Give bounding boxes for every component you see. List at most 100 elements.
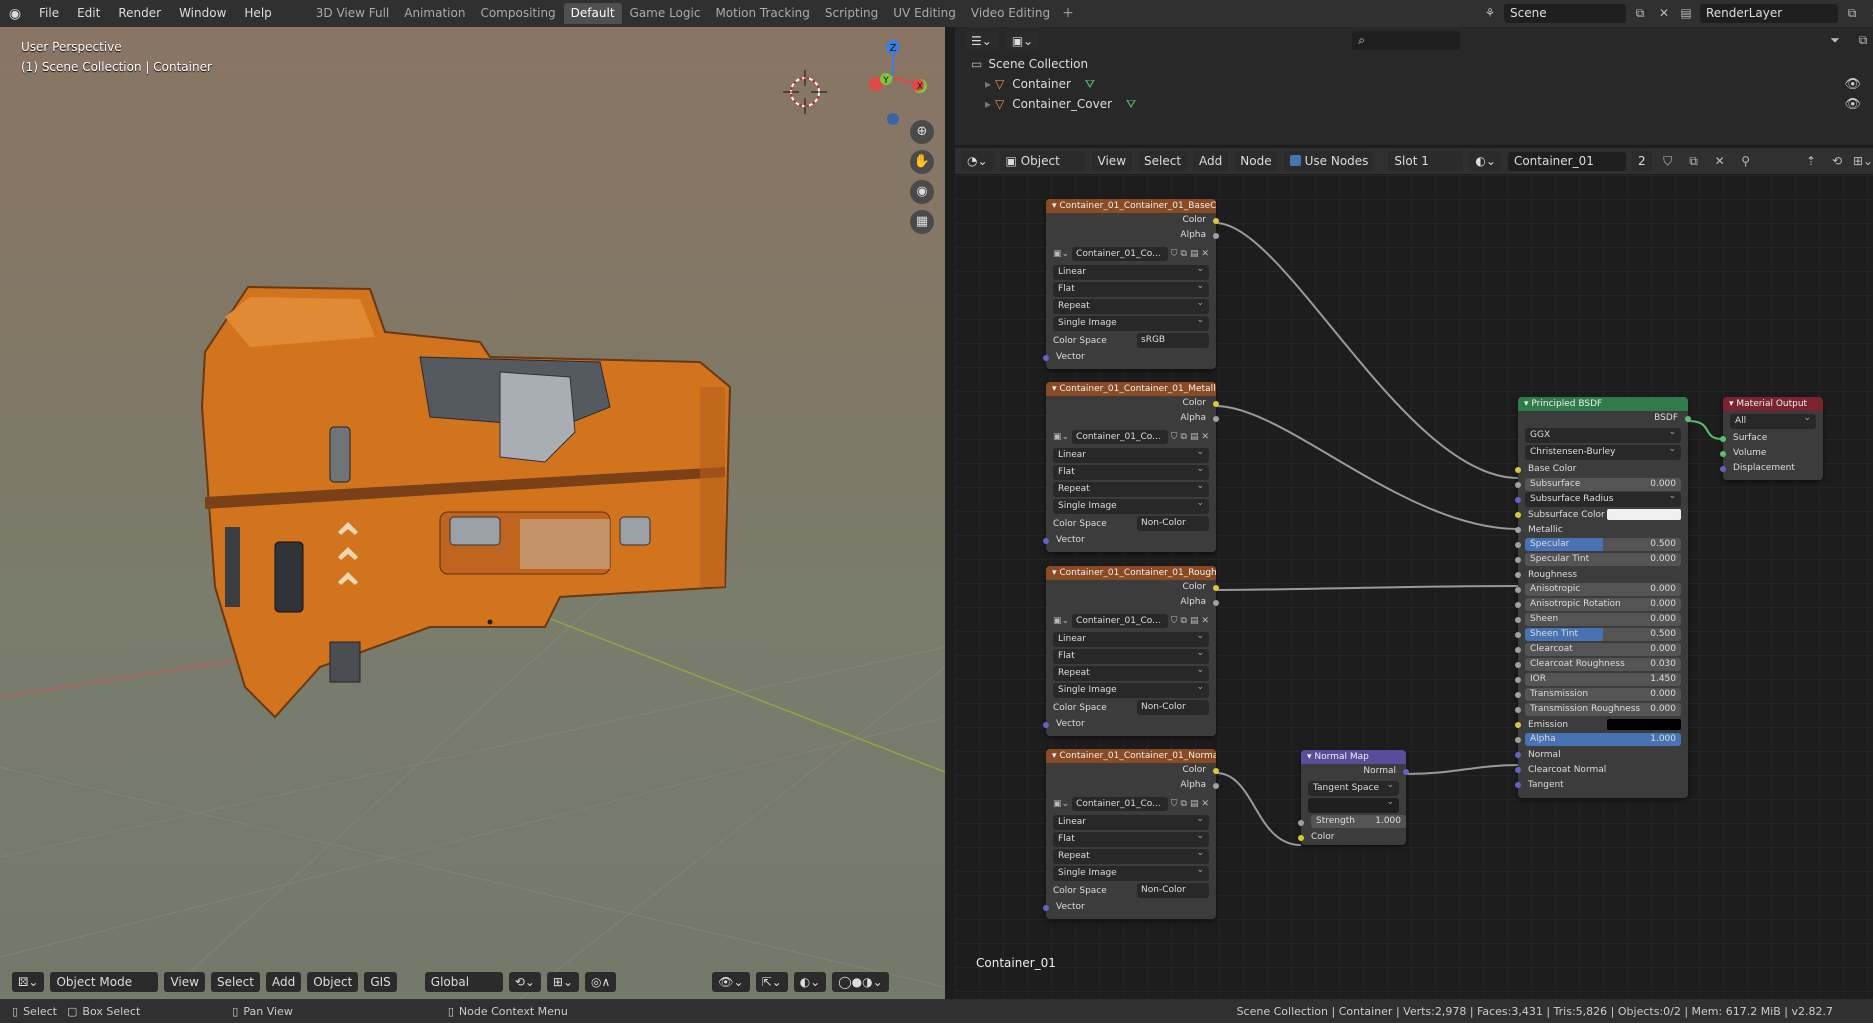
slot-dropdown[interactable]: Slot 1 xyxy=(1388,151,1464,171)
shader-type-dropdown[interactable]: ▣ Object xyxy=(999,151,1086,171)
tab-3d-view-full[interactable]: 3D View Full xyxy=(309,3,397,24)
distribution-dropdown[interactable]: GGX xyxy=(1525,425,1681,443)
unlink-material-icon[interactable]: ✕ xyxy=(1710,152,1730,171)
node-view-menu[interactable]: View xyxy=(1091,151,1133,171)
outliner-scene-collection[interactable]: ▭ Scene Collection xyxy=(955,54,1873,74)
node-editor-type-icon[interactable]: ◔⌄ xyxy=(961,151,994,171)
clearcoat-normal-socket[interactable] xyxy=(1515,766,1521,773)
extension-dropdown[interactable]: Repeat xyxy=(1053,846,1209,864)
open-image-icon[interactable]: ▤ xyxy=(1190,249,1199,259)
delete-view-layer-icon[interactable]: ✕ xyxy=(1866,4,1873,23)
view-layer-field[interactable]: RenderLayer xyxy=(1700,4,1838,23)
specular-tint-slider[interactable]: Specular Tint 0.000 xyxy=(1525,553,1681,566)
camera-icon[interactable]: ◉ xyxy=(910,180,934,204)
transmission-socket[interactable] xyxy=(1515,691,1521,698)
uv-map-field[interactable] xyxy=(1308,795,1399,813)
use-nodes-toggle[interactable]: Use Nodes xyxy=(1283,151,1375,171)
viewport-view-menu[interactable]: View xyxy=(164,972,205,992)
scene-icon[interactable]: ⚘ xyxy=(1480,4,1500,23)
emission-socket[interactable] xyxy=(1515,721,1521,728)
strength-socket[interactable] xyxy=(1298,819,1304,826)
unlink-image-icon[interactable]: ✕ xyxy=(1201,799,1209,809)
output-target-dropdown[interactable]: All xyxy=(1730,411,1816,429)
interpolation-dropdown[interactable]: Linear xyxy=(1053,262,1209,280)
image-texture-node[interactable]: ▾ Container_01_Container_01_Normal.pn Col… xyxy=(1043,749,1219,919)
viewport-select-menu[interactable]: Select xyxy=(210,972,260,992)
scene-name-field[interactable]: Scene xyxy=(1504,4,1626,23)
node-add-menu[interactable]: Add xyxy=(1193,151,1229,171)
image-texture-node[interactable]: ▾ Container_01_Container_01_BaseColor...… xyxy=(1043,199,1219,369)
source-dropdown[interactable]: Single Image xyxy=(1053,680,1209,698)
clearcoat-roughness-slider[interactable]: Clearcoat Roughness 0.030 xyxy=(1525,658,1681,671)
menu-window[interactable]: Window xyxy=(170,0,235,27)
color-input-socket[interactable] xyxy=(1298,834,1304,841)
subsurface-color-socket[interactable] xyxy=(1515,511,1521,518)
image-name-field[interactable]: Container_01_Co... xyxy=(1072,614,1168,628)
node-editor-canvas[interactable]: ▾ Container_01_Container_01_BaseColor...… xyxy=(955,175,1873,999)
vector-input-socket[interactable] xyxy=(1043,904,1049,911)
extension-dropdown[interactable]: Repeat xyxy=(1053,663,1209,681)
color-output-socket[interactable] xyxy=(1213,217,1219,224)
normal-map-node[interactable]: ▾ Normal Map Normal Tangent Space Streng… xyxy=(1298,750,1409,845)
pan-hand-icon[interactable]: ✋ xyxy=(910,150,934,174)
principled-bsdf-node[interactable]: ▾ Principled BSDF BSDF GGX Christensen-B… xyxy=(1515,397,1691,798)
menu-file[interactable]: File xyxy=(30,0,68,27)
surface-socket[interactable] xyxy=(1720,435,1726,442)
sheen-tint-socket[interactable] xyxy=(1515,631,1521,638)
anisotropic-socket[interactable] xyxy=(1515,586,1521,593)
image-texture-header[interactable]: ▾ Container_01_Container_01_Metallic.p..… xyxy=(1046,382,1216,396)
outliner-item-container[interactable]: ▸ ▽ Container ⛛ 👁 xyxy=(955,74,1873,94)
menu-help[interactable]: Help xyxy=(235,0,280,27)
specular-tint-socket[interactable] xyxy=(1515,556,1521,563)
image-texture-header[interactable]: ▾ Container_01_Container_01_Roughne... xyxy=(1046,566,1216,580)
tab-uv-editing[interactable]: UV Editing xyxy=(886,3,963,24)
material-output-header[interactable]: ▾ Material Output xyxy=(1723,397,1823,411)
displacement-socket[interactable] xyxy=(1720,465,1726,472)
material-name-field[interactable]: Container_01 xyxy=(1507,151,1626,171)
open-image-icon[interactable]: ▤ xyxy=(1190,799,1199,809)
3d-viewport[interactable]: User Perspective (1) Scene Collection | … xyxy=(0,27,945,999)
color-output-socket[interactable] xyxy=(1213,767,1219,774)
snap-icon[interactable]: ⊞⌄ xyxy=(546,972,580,992)
node-node-menu[interactable]: Node xyxy=(1234,151,1278,171)
mesh-data-icon[interactable]: ⛛ xyxy=(1126,97,1136,112)
duplicate-image-icon[interactable]: ⧉ xyxy=(1181,616,1187,626)
node-snap-mode-icon[interactable]: ⊞⌄ xyxy=(1853,152,1873,171)
subsurface-slider[interactable]: Subsurface 0.000 xyxy=(1525,478,1681,491)
orientation-dropdown[interactable]: Global xyxy=(424,972,503,992)
base-color-socket[interactable] xyxy=(1515,466,1521,473)
alpha-output-socket[interactable] xyxy=(1213,232,1219,239)
new-view-layer-icon[interactable]: ⧉ xyxy=(1842,4,1862,23)
clearcoat-slider[interactable]: Clearcoat 0.000 xyxy=(1525,643,1681,656)
view-layer-icon[interactable]: ▤ xyxy=(1676,4,1696,23)
transmission-roughness-socket[interactable] xyxy=(1515,706,1521,713)
source-dropdown[interactable]: Single Image xyxy=(1053,313,1209,331)
tab-motion-tracking[interactable]: Motion Tracking xyxy=(708,3,816,24)
image-texture-header[interactable]: ▾ Container_01_Container_01_BaseColor... xyxy=(1046,199,1216,213)
tab-default[interactable]: Default xyxy=(563,3,622,24)
open-image-icon[interactable]: ▤ xyxy=(1190,616,1199,626)
specular-socket[interactable] xyxy=(1515,541,1521,548)
open-image-icon[interactable]: ▤ xyxy=(1190,432,1199,442)
image-texture-header[interactable]: ▾ Container_01_Container_01_Normal.pn xyxy=(1046,749,1216,763)
anisotropic-rotation-slider[interactable]: Anisotropic Rotation 0.000 xyxy=(1525,598,1681,611)
viewport-gis-menu[interactable]: GIS xyxy=(364,972,397,992)
tab-compositing[interactable]: Compositing xyxy=(473,3,562,24)
subsurface-radius-socket[interactable] xyxy=(1515,496,1521,503)
fake-user-icon[interactable]: ⛉ xyxy=(1171,799,1178,809)
anisotropic-rotation-socket[interactable] xyxy=(1515,601,1521,608)
specular-slider[interactable]: Specular 0.500 xyxy=(1525,538,1681,551)
ior-slider[interactable]: IOR 1.450 xyxy=(1525,673,1681,686)
duplicate-image-icon[interactable]: ⧉ xyxy=(1181,432,1187,442)
expand-arrow-icon[interactable]: ▸ xyxy=(985,77,991,91)
add-workspace-icon[interactable]: + xyxy=(1058,3,1078,24)
projection-dropdown[interactable]: Flat xyxy=(1053,646,1209,664)
viewport-add-menu[interactable]: Add xyxy=(266,972,302,992)
viewport-object-menu[interactable]: Object xyxy=(307,972,359,992)
image-name-field[interactable]: Container_01_Co... xyxy=(1072,430,1168,444)
material-output-node[interactable]: ▾ Material Output All Surface Volume Dis… xyxy=(1720,397,1823,480)
image-browse-icon[interactable]: ▣⌄ xyxy=(1053,799,1069,809)
zoom-icon[interactable]: ⊕ xyxy=(910,120,934,144)
fake-user-icon[interactable]: ⛉ xyxy=(1171,616,1178,626)
interpolation-dropdown[interactable]: Linear xyxy=(1053,445,1209,463)
